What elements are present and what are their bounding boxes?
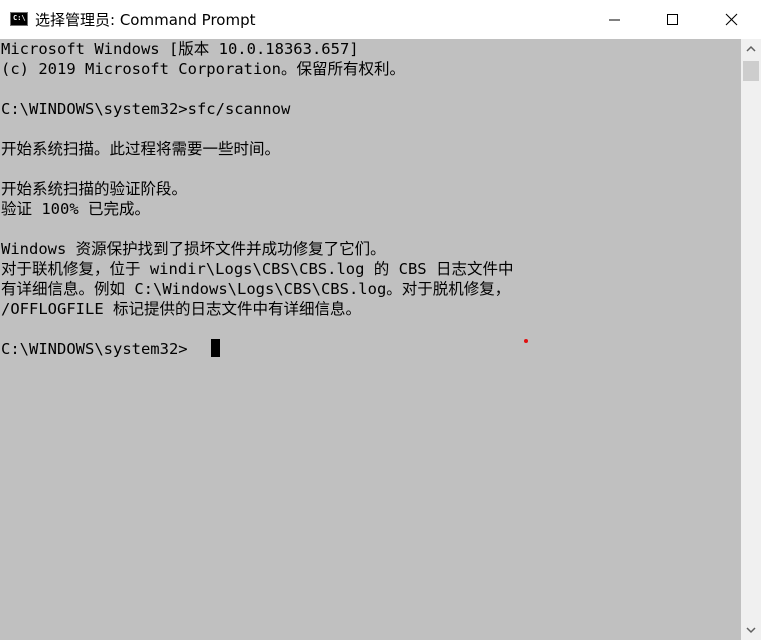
scroll-up-button[interactable] bbox=[741, 39, 761, 59]
console-line: Microsoft Windows [版本 10.0.18363.657] bbox=[1, 40, 359, 58]
mouse-pointer-dot bbox=[524, 339, 528, 343]
close-icon bbox=[725, 13, 738, 26]
console-line: 验证 100% 已完成。 bbox=[1, 200, 150, 218]
console-line: C:\WINDOWS\system32>sfc/scannow bbox=[1, 100, 291, 118]
command-prompt-line[interactable]: C:\WINDOWS\system32> bbox=[1, 339, 513, 359]
scroll-thumb[interactable] bbox=[743, 61, 759, 81]
scroll-down-button[interactable] bbox=[741, 620, 761, 640]
window-title: 选择管理员: Command Prompt bbox=[35, 11, 256, 29]
maximize-icon bbox=[667, 14, 678, 25]
console-line: 对于联机修复，位于 windir\Logs\CBS\CBS.log 的 CBS … bbox=[1, 260, 514, 278]
vertical-scrollbar[interactable] bbox=[741, 39, 761, 640]
cmd-icon-glyph: C:\ bbox=[13, 14, 26, 22]
console-line: (c) 2019 Microsoft Corporation。保留所有权利。 bbox=[1, 60, 405, 78]
console-output-area[interactable]: Microsoft Windows [版本 10.0.18363.657] (c… bbox=[0, 39, 741, 640]
close-button[interactable] bbox=[702, 0, 760, 39]
console-line: /OFFLOGFILE 标记提供的日志文件中有详细信息。 bbox=[1, 300, 361, 318]
console-lines: Microsoft Windows [版本 10.0.18363.657] (c… bbox=[1, 39, 513, 359]
command-prompt-window: C:\ 选择管理员: Command Prompt Microsoft Wind… bbox=[0, 0, 761, 640]
maximize-button[interactable] bbox=[643, 0, 701, 39]
console-line: Windows 资源保护找到了损坏文件并成功修复了它们。 bbox=[1, 240, 386, 258]
scroll-down-arrow-icon bbox=[746, 627, 756, 634]
minimize-icon bbox=[609, 19, 620, 21]
console-line: 有详细信息。例如 C:\Windows\Logs\CBS\CBS.log。对于脱… bbox=[1, 280, 511, 298]
console-line: 开始系统扫描。此过程将需要一些时间。 bbox=[1, 140, 281, 158]
scroll-up-arrow-icon bbox=[746, 45, 756, 52]
console-line: 开始系统扫描的验证阶段。 bbox=[1, 180, 188, 198]
cmd-icon[interactable]: C:\ bbox=[10, 12, 28, 26]
title-bar[interactable]: C:\ 选择管理员: Command Prompt bbox=[0, 0, 761, 39]
text-cursor bbox=[211, 339, 220, 357]
minimize-button[interactable] bbox=[585, 0, 643, 39]
